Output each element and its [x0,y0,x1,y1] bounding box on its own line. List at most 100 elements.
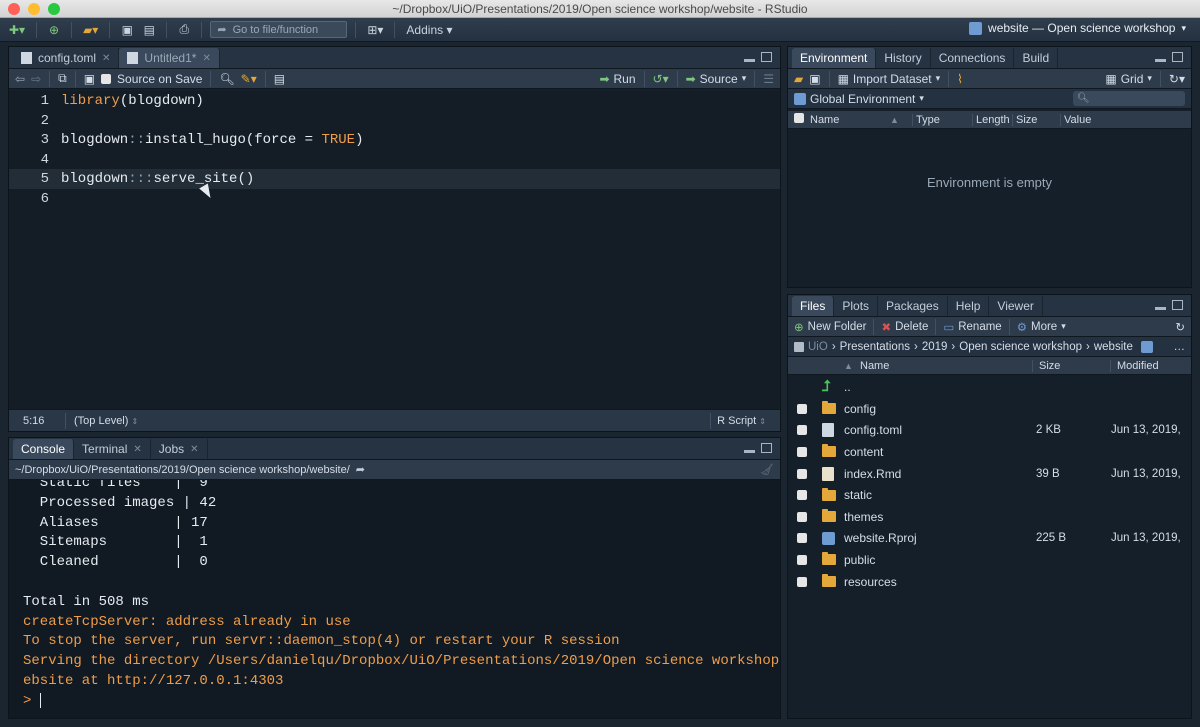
breadcrumb-item[interactable]: Presentations [840,341,910,353]
go-to-directory-icon[interactable]: ➦ [356,463,365,476]
file-name[interactable]: index.Rmd [844,467,1036,481]
row-checkbox[interactable] [788,403,822,414]
global-env-menu[interactable]: Global Environment ▾ [794,92,924,106]
outline-icon[interactable]: ☰ [763,72,774,86]
tab-console[interactable]: Console [13,439,75,459]
file-row[interactable]: website.Rproj 225 B Jun 13, 2019, [788,528,1191,550]
console-output[interactable]: Static files | 9 Processed images | 42 A… [9,480,780,718]
tab-environment[interactable]: Environment [792,48,877,68]
close-tab-icon[interactable]: ✕ [202,53,210,64]
file-row[interactable]: config [788,398,1191,420]
open-file-icon[interactable]: ▰▾ [80,21,101,39]
row-checkbox[interactable] [788,511,822,522]
maximize-pane-icon[interactable] [761,52,772,62]
file-name[interactable]: public [844,553,1036,567]
more-path-icon[interactable]: … [1174,341,1186,353]
broom-icon[interactable]: ⌇ [957,72,963,86]
addins-menu[interactable]: Addins ▾ [403,21,455,39]
grid-view-menu[interactable]: ▦ Grid ▾ [1105,72,1152,86]
minimize-pane-icon[interactable] [1155,307,1166,310]
file-name[interactable]: website.Rproj [844,531,1036,545]
scope-selector[interactable]: (Top Level) ⇕ [66,415,138,427]
file-row[interactable]: config.toml 2 KB Jun 13, 2019, [788,420,1191,442]
project-menu[interactable]: website — Open science workshop ▾ [969,21,1186,35]
compile-report-icon[interactable]: ▤ [274,72,285,86]
parent-directory-row[interactable]: ⮥ .. [788,376,1191,398]
filetype-selector[interactable]: R Script ⇕ [711,415,780,427]
tab-viewer[interactable]: Viewer [989,296,1043,316]
rename-button[interactable]: ▭ Rename [943,320,1001,334]
minimize-pane-icon[interactable] [1155,59,1166,62]
breadcrumb-item[interactable]: Open science workshop [959,341,1082,353]
file-row[interactable]: index.Rmd 39 B Jun 13, 2019, [788,463,1191,485]
tab-plots[interactable]: Plots [834,296,879,316]
tab-packages[interactable]: Packages [878,296,948,316]
pane-layout-icon[interactable]: ⊞▾ [364,21,386,39]
row-checkbox[interactable] [788,576,822,587]
import-dataset-menu[interactable]: ▦ Import Dataset ▾ [838,72,941,86]
maximize-pane-icon[interactable] [1172,52,1183,62]
row-checkbox[interactable] [788,425,822,436]
file-name[interactable]: themes [844,510,1036,524]
col-size[interactable]: Size [1012,113,1060,126]
forward-arrow-icon[interactable]: ⇨ [31,72,41,86]
tab-untitled1[interactable]: Untitled1* ✕ [119,48,220,68]
tab-files[interactable]: Files [792,296,835,316]
source-on-save-checkbox[interactable] [101,73,112,84]
tab-build[interactable]: Build [1014,48,1059,68]
col-value[interactable]: Value [1060,113,1191,126]
file-name[interactable]: static [844,488,1036,502]
breadcrumb-item[interactable]: UiO [808,341,828,353]
maximize-pane-icon[interactable] [761,443,772,453]
save-icon[interactable]: ▣ [118,21,136,39]
print-icon[interactable]: ⎙ [175,21,193,39]
minimize-pane-icon[interactable] [744,450,755,453]
refresh-icon[interactable]: ↻ [1175,320,1185,334]
console-prompt-line[interactable]: > [23,692,780,712]
row-checkbox[interactable] [788,490,822,501]
maximize-pane-icon[interactable] [1172,300,1183,310]
row-checkbox[interactable] [788,468,822,479]
row-checkbox[interactable] [788,554,822,565]
col-size[interactable]: Size [1032,359,1110,372]
file-name[interactable]: resources [844,575,1036,589]
delete-button[interactable]: ✖ Delete [881,320,928,334]
more-menu[interactable]: ⚙ More ▾ [1017,320,1066,334]
go-to-file-input[interactable]: ➦ Go to file/function [210,21,348,38]
tab-terminal[interactable]: Terminal ✕ [74,439,151,459]
col-length[interactable]: Length [972,113,1012,126]
close-tab-icon[interactable]: ✕ [102,53,110,64]
row-checkbox[interactable] [788,446,822,457]
close-tab-icon[interactable]: ✕ [133,444,141,455]
rerun-icon[interactable]: ↺▾ [653,72,669,86]
minimize-window-icon[interactable] [28,3,40,15]
new-folder-button[interactable]: ⊕ New Folder [794,320,866,334]
file-name[interactable]: config.toml [844,423,1036,437]
tab-help[interactable]: Help [948,296,990,316]
tab-connections[interactable]: Connections [931,48,1015,68]
show-in-window-icon[interactable]: ⧉ [58,71,67,86]
file-row[interactable]: resources [788,571,1191,593]
home-icon[interactable] [794,341,804,352]
select-all-checkbox[interactable] [788,113,810,126]
file-row[interactable]: public [788,549,1191,571]
source-button[interactable]: ➡ Source ▾ [686,72,747,86]
save-workspace-icon[interactable]: ▣ [809,72,820,86]
file-row[interactable]: themes [788,506,1191,528]
col-modified[interactable]: Modified [1110,359,1191,372]
save-icon[interactable]: ▣ [84,72,95,86]
tab-jobs[interactable]: Jobs ✕ [151,439,208,459]
new-project-icon[interactable]: ⊕ [45,21,63,39]
code-editor[interactable]: 1 library(blogdown) 2 3 blogdown::instal… [9,91,780,409]
close-window-icon[interactable] [8,3,20,15]
back-arrow-icon[interactable]: ⇦ [15,72,25,86]
col-type[interactable]: Type [912,113,972,126]
rproj-icon[interactable] [1140,340,1153,353]
breadcrumb-item[interactable]: website [1094,341,1133,353]
close-tab-icon[interactable]: ✕ [190,444,198,455]
load-workspace-icon[interactable]: ▰ [794,72,803,86]
file-row[interactable]: static [788,484,1191,506]
minimize-pane-icon[interactable] [744,59,755,62]
env-search-input[interactable]: 🔍︎ [1073,91,1185,106]
file-row[interactable]: content [788,441,1191,463]
